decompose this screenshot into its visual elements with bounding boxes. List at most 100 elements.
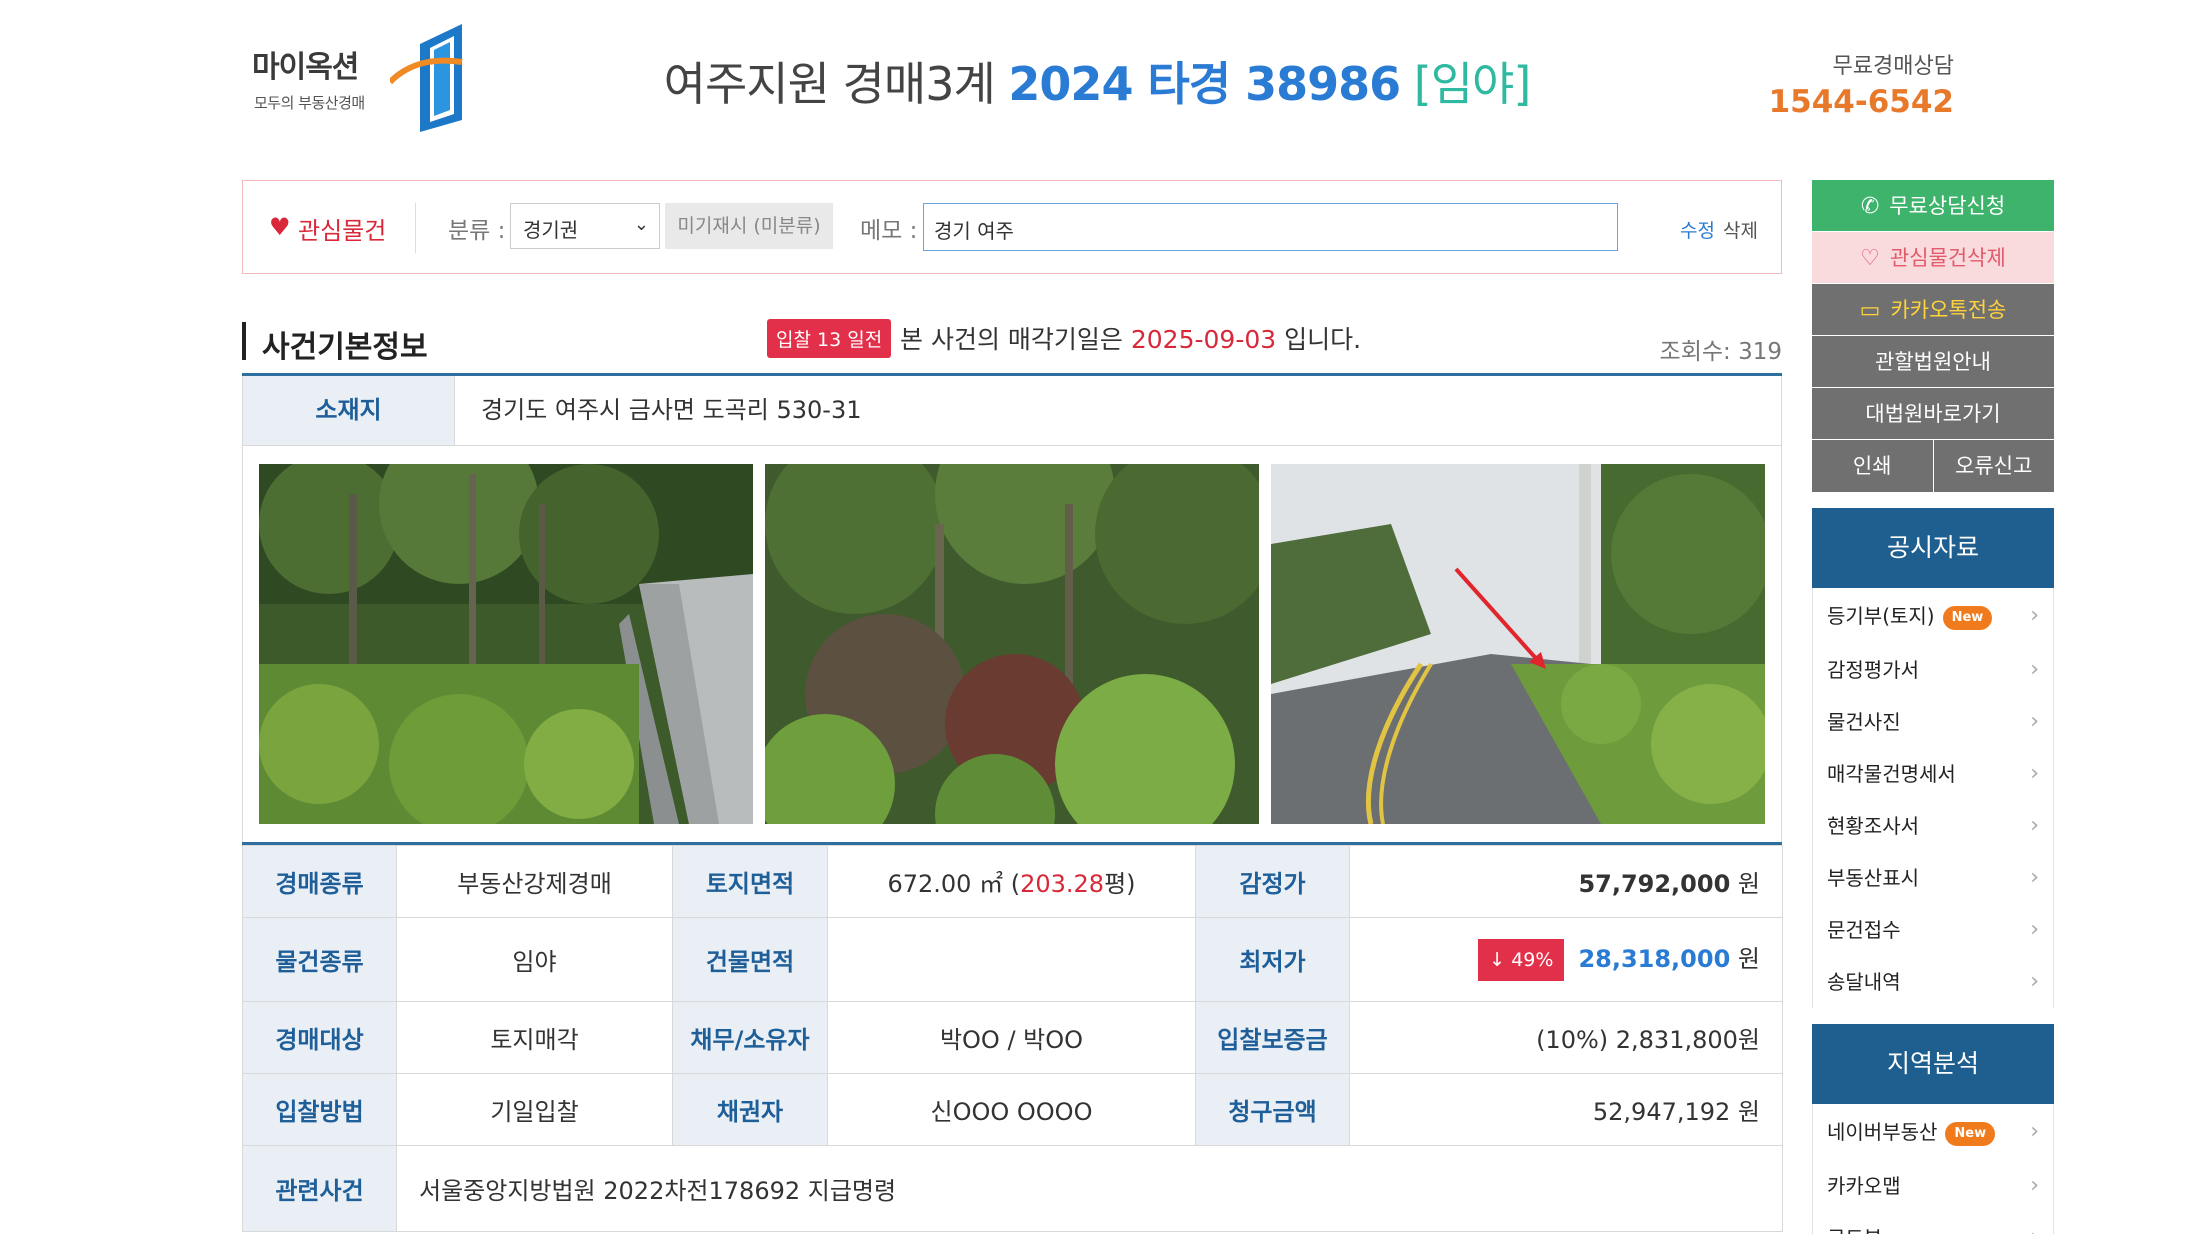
view-count: 조회수: 319 — [1659, 339, 1782, 365]
memo-input[interactable]: 경기 여주 — [923, 203, 1618, 251]
auction-type-label: 경매종류 — [242, 845, 397, 918]
region-analysis-header: 지역분석 — [1812, 1024, 2054, 1104]
list-item-label: 등기부(토지) — [1827, 604, 1935, 628]
supreme-court-button[interactable]: 대법원바로가기 — [1812, 388, 2054, 440]
list-item-label: 문건접수 — [1827, 918, 1901, 942]
sale-date: 2025-09-03 — [1130, 325, 1277, 354]
right-sidebar: ✆ 무료상담신청 ♡ 관심물건삭제 ▭ 카카오톡전송 관할법원안내 대법원바로가기 인… — [1812, 180, 2054, 1234]
list-item[interactable]: 현황조사서 › — [1813, 800, 2053, 852]
report-error-button[interactable]: 오류신고 — [1933, 440, 2054, 492]
new-badge: New — [1945, 1121, 1996, 1146]
free-consult-button[interactable]: ✆ 무료상담신청 — [1812, 180, 2054, 232]
bid-method-label: 입찰방법 — [242, 1073, 397, 1146]
list-item[interactable]: 매각물건명세서 › — [1813, 748, 2053, 800]
appraisal-label: 감정가 — [1195, 845, 1350, 918]
court-name: 여주지원 경매3계 — [663, 57, 996, 111]
claim-amount-value: 52,947,192 원 — [1349, 1073, 1783, 1146]
remove-interest-button[interactable]: ♡ 관심물건삭제 — [1812, 232, 2054, 284]
min-price-amount: 28,318,000 — [1578, 944, 1731, 973]
list-item[interactable]: 로드뷰 › — [1813, 1212, 2053, 1234]
debtor-owner-label: 채무/소유자 — [672, 1001, 828, 1074]
list-item[interactable]: 부동산표시 › — [1813, 852, 2053, 904]
appraisal-amount: 57,792,000 — [1578, 870, 1731, 898]
info-table: 경매종류 부동산강제경매 토지면적 672.00 ㎡ (203.28평) 감정가… — [242, 845, 1783, 1232]
table-row: 경매종류 부동산강제경매 토지면적 672.00 ㎡ (203.28평) 감정가… — [242, 845, 1783, 918]
heart-outline-icon: ♡ — [1860, 246, 1880, 271]
pyeong-unit: 평) — [1104, 870, 1136, 898]
section-title: 사건기본정보 — [262, 330, 428, 365]
list-item-label: 현황조사서 — [1827, 814, 1919, 838]
chevron-right-icon: › — [2030, 603, 2039, 628]
list-item-label: 카카오맵 — [1827, 1174, 1901, 1198]
interest-bar: ♥ 관심물건 분류 : 경기권 ⌄ 미기재시 (미분류) 메모 : 경기 여주 … — [242, 180, 1782, 274]
free-consult-label: 무료상담신청 — [1889, 194, 2006, 218]
list-item[interactable]: 문건접수 › — [1813, 904, 2053, 956]
list-item-label: 네이버부동산 — [1827, 1120, 1938, 1144]
category-select[interactable]: 경기권 ⌄ — [510, 203, 660, 249]
consult-phone[interactable]: 1544-6542 — [1769, 84, 1954, 120]
chevron-right-icon: › — [2030, 761, 2039, 786]
list-item-label: 송달내역 — [1827, 970, 1901, 994]
won-unit: 원 — [1737, 870, 1760, 898]
unclassified-button[interactable]: 미기재시 (미분류) — [665, 203, 833, 249]
list-item-label: 로드뷰 — [1827, 1226, 1882, 1234]
min-price-value: ↓ 49% 28,318,000 원 — [1349, 917, 1783, 1002]
public-data-list: 등기부(토지) New › 감정평가서 › 물건사진 › 매각물건명세서 › 현황조사서 ›… — [1812, 588, 2054, 1008]
building-area-value — [827, 917, 1196, 1002]
auction-target-label: 경매대상 — [242, 1001, 397, 1074]
land-area-pyeong: 203.28 — [1020, 870, 1105, 898]
section-bar — [242, 322, 246, 360]
court-guide-button[interactable]: 관할법원안내 — [1812, 336, 2054, 388]
related-case-label: 관련사건 — [242, 1145, 397, 1232]
print-button[interactable]: 인쇄 — [1812, 440, 1934, 492]
chevron-right-icon: › — [2030, 865, 2039, 890]
phone-icon: ✆ — [1860, 194, 1880, 219]
edit-link[interactable]: 수정 — [1680, 216, 1715, 243]
days-left-badge: 입찰 13 일전 — [767, 319, 892, 358]
bid-method-value: 기일입찰 — [396, 1073, 673, 1146]
list-item[interactable]: 송달내역 › — [1813, 956, 2053, 1008]
kakao-send-button[interactable]: ▭ 카카오톡전송 — [1812, 284, 2054, 336]
auction-target-value: 토지매각 — [396, 1001, 673, 1074]
list-item-label: 부동산표시 — [1827, 866, 1919, 890]
table-row: 물건종류 임야 건물면적 최저가 ↓ 49% 28,318,000 원 — [242, 917, 1783, 1002]
category-label: 분류 : — [448, 218, 506, 244]
list-item-label: 물건사진 — [1827, 710, 1901, 734]
sale-date-note: 본 사건의 매각기일은 2025-09-03 입니다. — [900, 320, 1361, 356]
chevron-right-icon: › — [2030, 1212, 2039, 1234]
property-photo-1[interactable] — [259, 464, 753, 824]
min-price-label: 최저가 — [1195, 917, 1350, 1002]
chevron-right-icon: › — [2030, 1119, 2039, 1144]
delete-link[interactable]: 삭제 — [1723, 216, 1758, 243]
list-item[interactable]: 물건사진 › — [1813, 696, 2053, 748]
chevron-right-icon: › — [2030, 709, 2039, 734]
deposit-value: (10%) 2,831,800원 — [1349, 1001, 1783, 1074]
chevron-right-icon: › — [2030, 657, 2039, 682]
location-value: 경기도 여주시 금사면 도곡리 530-31 — [481, 396, 862, 424]
deposit-label: 입찰보증금 — [1195, 1001, 1350, 1074]
category-value: 경기권 — [523, 218, 579, 242]
location-row: 소재지 경기도 여주시 금사면 도곡리 530-31 — [242, 376, 1782, 446]
region-analysis-list: 네이버부동산 New › 카카오맵 › 로드뷰 › — [1812, 1104, 2054, 1234]
list-item[interactable]: 카카오맵 › — [1813, 1160, 2053, 1212]
property-type: [임야] — [1413, 57, 1532, 111]
list-item[interactable]: 감정평가서 › — [1813, 644, 2053, 696]
list-item[interactable]: 등기부(토지) New › — [1813, 588, 2053, 644]
chevron-right-icon: › — [2030, 813, 2039, 838]
land-area-value: 672.00 ㎡ (203.28평) — [827, 845, 1196, 918]
table-row: 관련사건 서울중앙지방법원 2022차전178692 지급명령 — [242, 1145, 1783, 1232]
kakao-send-label: 카카오톡전송 — [1890, 298, 2007, 322]
land-area-m2: 672.00 ㎡ ( — [887, 870, 1021, 898]
sale-note-prefix: 본 사건의 매각기일은 — [900, 325, 1123, 354]
public-data-header: 공시자료 — [1812, 508, 2054, 588]
creditor-label: 채권자 — [672, 1073, 828, 1146]
chevron-right-icon: › — [2030, 1173, 2039, 1198]
table-row: 경매대상 토지매각 채무/소유자 박OO / 박OO 입찰보증금 (10%) 2… — [242, 1001, 1783, 1074]
debtor-owner-value: 박OO / 박OO — [827, 1001, 1196, 1074]
property-kind-label: 물건종류 — [242, 917, 397, 1002]
property-photo-2[interactable] — [765, 464, 1259, 824]
won-unit: 원 — [1737, 944, 1760, 973]
related-case-value: 서울중앙지방법원 2022차전178692 지급명령 — [396, 1145, 1783, 1232]
list-item[interactable]: 네이버부동산 New › — [1813, 1104, 2053, 1160]
property-photo-3[interactable] — [1271, 464, 1765, 824]
